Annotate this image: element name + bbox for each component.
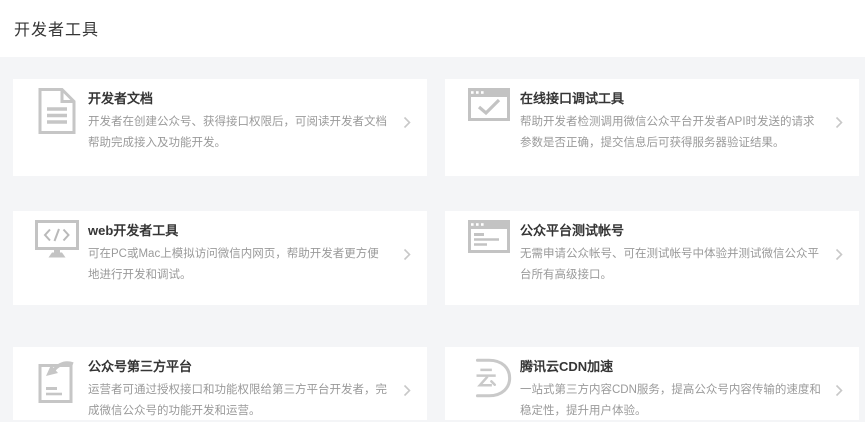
card-title: 在线接口调试工具 [520, 90, 821, 108]
card-title: 开发者文档 [88, 90, 389, 108]
card-title: 公众平台测试帐号 [520, 222, 821, 240]
tencent-cloud-icon [465, 356, 513, 406]
card-text: 在线接口调试工具 帮助开发者检测调用微信公众平台开发者API时发送的请求参数是否… [520, 90, 821, 154]
card-text: 腾讯云CDN加速 一站式第三方内容CDN服务，提高公众号内容传输的速度和稳定性，… [520, 358, 821, 422]
card-description: 运营者可通过授权接口和功能权限给第三方平台开发者，完成微信公众号的功能开发和运营… [88, 380, 389, 422]
card-developer-docs[interactable]: 开发者文档 开发者在创建公众号、获得接口权限后，可阅读开发者文档帮助完成接入及功… [13, 79, 427, 176]
card-title: web开发者工具 [88, 222, 389, 240]
card-tencent-cloud-cdn[interactable]: 腾讯云CDN加速 一站式第三方内容CDN服务，提高公众号内容传输的速度和稳定性，… [445, 347, 859, 420]
card-text: 公众平台测试帐号 无需申请公众帐号、可在测试帐号中体验并测试微信公众平台所有高级… [520, 222, 821, 286]
card-third-party-platform[interactable]: 公众号第三方平台 运营者可通过授权接口和功能权限给第三方平台开发者，完成微信公众… [13, 347, 427, 420]
card-test-account[interactable]: 公众平台测试帐号 无需申请公众帐号、可在测试帐号中体验并测试微信公众平台所有高级… [445, 211, 859, 305]
document-arrow-icon [33, 356, 81, 406]
page-header: 开发者工具 [0, 0, 865, 57]
developer-tools-page: 开发者工具 开发者文档 开发者在创建公众号、获得接口权限后，可阅读开发者文档帮助… [0, 0, 865, 420]
card-text: 公众号第三方平台 运营者可通过授权接口和功能权限给第三方平台开发者，完成微信公众… [88, 358, 389, 422]
tools-grid: 开发者文档 开发者在创建公众号、获得接口权限后，可阅读开发者文档帮助完成接入及功… [0, 79, 865, 420]
document-icon [33, 88, 81, 138]
card-title: 公众号第三方平台 [88, 358, 389, 376]
card-description: 一站式第三方内容CDN服务，提高公众号内容传输的速度和稳定性，提升用户体验。 [520, 380, 821, 422]
monitor-code-icon [33, 220, 81, 270]
window-list-icon [465, 220, 513, 270]
card-description: 无需申请公众帐号、可在测试帐号中体验并测试微信公众平台所有高级接口。 [520, 244, 821, 286]
chevron-right-icon [835, 116, 843, 129]
chevron-right-icon [403, 248, 411, 261]
card-online-api-debug[interactable]: 在线接口调试工具 帮助开发者检测调用微信公众平台开发者API时发送的请求参数是否… [445, 79, 859, 176]
tools-row-1: 开发者文档 开发者在创建公众号、获得接口权限后，可阅读开发者文档帮助完成接入及功… [13, 79, 859, 176]
chevron-right-icon [835, 384, 843, 397]
window-check-icon [465, 88, 513, 138]
tools-row-2: web开发者工具 可在PC或Mac上模拟访问微信内网页，帮助开发者更方便地进行开… [13, 211, 859, 305]
card-description: 开发者在创建公众号、获得接口权限后，可阅读开发者文档帮助完成接入及功能开发。 [88, 112, 389, 154]
tools-row-3: 公众号第三方平台 运营者可通过授权接口和功能权限给第三方平台开发者，完成微信公众… [13, 347, 859, 420]
card-description: 帮助开发者检测调用微信公众平台开发者API时发送的请求参数是否正确，提交信息后可… [520, 112, 821, 154]
chevron-right-icon [403, 116, 411, 129]
card-title: 腾讯云CDN加速 [520, 358, 821, 376]
page-title: 开发者工具 [14, 16, 865, 40]
card-description: 可在PC或Mac上模拟访问微信内网页，帮助开发者更方便地进行开发和调试。 [88, 244, 389, 286]
card-web-devtools[interactable]: web开发者工具 可在PC或Mac上模拟访问微信内网页，帮助开发者更方便地进行开… [13, 211, 427, 305]
chevron-right-icon [835, 248, 843, 261]
card-text: 开发者文档 开发者在创建公众号、获得接口权限后，可阅读开发者文档帮助完成接入及功… [88, 90, 389, 154]
chevron-right-icon [403, 384, 411, 397]
card-text: web开发者工具 可在PC或Mac上模拟访问微信内网页，帮助开发者更方便地进行开… [88, 222, 389, 286]
